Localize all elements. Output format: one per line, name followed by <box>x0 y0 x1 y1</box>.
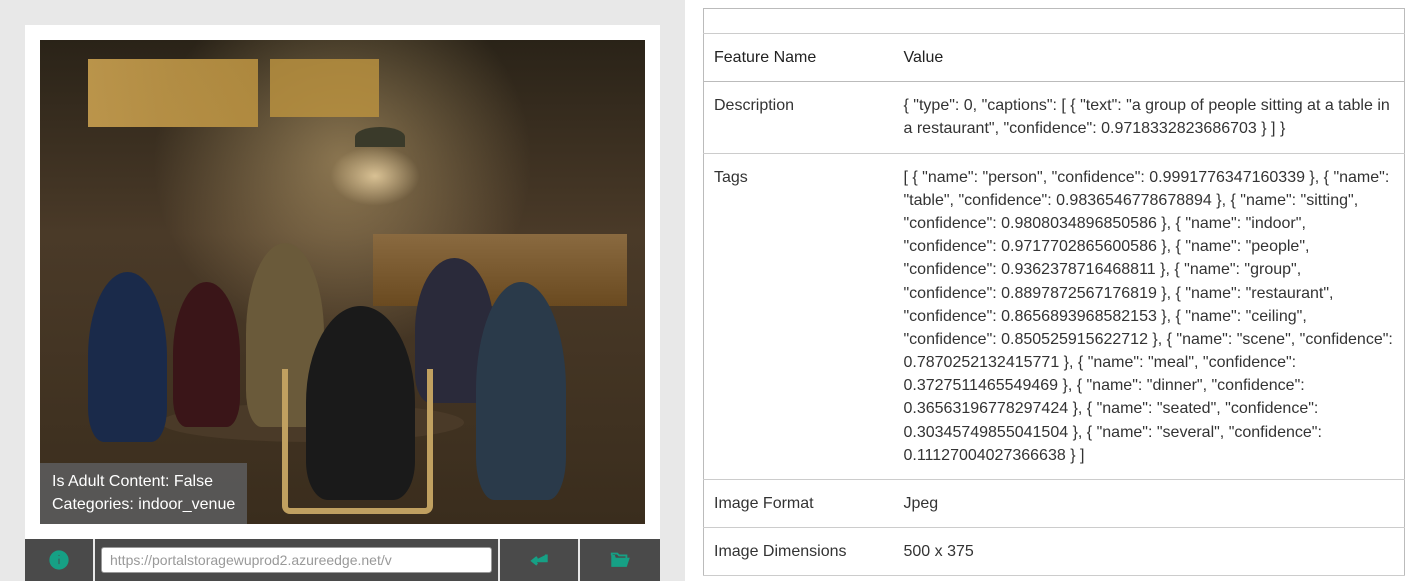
enter-icon <box>528 549 550 571</box>
preview-image <box>40 40 645 524</box>
submit-button[interactable] <box>500 539 580 581</box>
table-row: Tags [ { "name": "person", "confidence":… <box>704 153 1405 479</box>
image-container: Is Adult Content: False Categories: indo… <box>25 25 660 539</box>
header-value: Value <box>894 34 1405 82</box>
info-button[interactable] <box>25 539 95 581</box>
features-panel: Feature Name Value Description { "type":… <box>685 0 1423 581</box>
header-feature-name: Feature Name <box>704 34 894 82</box>
image-preview-panel: Is Adult Content: False Categories: indo… <box>0 0 685 581</box>
features-table: Feature Name Value Description { "type":… <box>703 8 1405 576</box>
feature-value-cell: 500 x 375 <box>894 528 1405 576</box>
table-row: Image Format Jpeg <box>704 480 1405 528</box>
open-file-button[interactable] <box>580 539 660 581</box>
feature-name-cell: Description <box>704 82 894 153</box>
feature-name-cell: Image Dimensions <box>704 528 894 576</box>
table-header-row: Feature Name Value <box>704 34 1405 82</box>
image-overlay-info: Is Adult Content: False Categories: indo… <box>40 463 247 524</box>
info-icon <box>48 549 70 571</box>
feature-value-cell: { "type": 0, "captions": [ { "text": "a … <box>894 82 1405 153</box>
truncated-header-row <box>704 9 1405 34</box>
table-row: Image Dimensions 500 x 375 <box>704 528 1405 576</box>
overlay-categories: Categories: indoor_venue <box>52 494 235 516</box>
overlay-adult-content: Is Adult Content: False <box>52 471 235 493</box>
url-input[interactable] <box>101 547 492 573</box>
image-toolbar <box>25 539 660 581</box>
feature-value-cell: Jpeg <box>894 480 1405 528</box>
folder-open-icon <box>609 549 631 571</box>
table-row: Description { "type": 0, "captions": [ {… <box>704 82 1405 153</box>
url-segment <box>95 539 500 581</box>
feature-value-cell: [ { "name": "person", "confidence": 0.99… <box>894 153 1405 479</box>
feature-name-cell: Tags <box>704 153 894 479</box>
feature-name-cell: Image Format <box>704 480 894 528</box>
